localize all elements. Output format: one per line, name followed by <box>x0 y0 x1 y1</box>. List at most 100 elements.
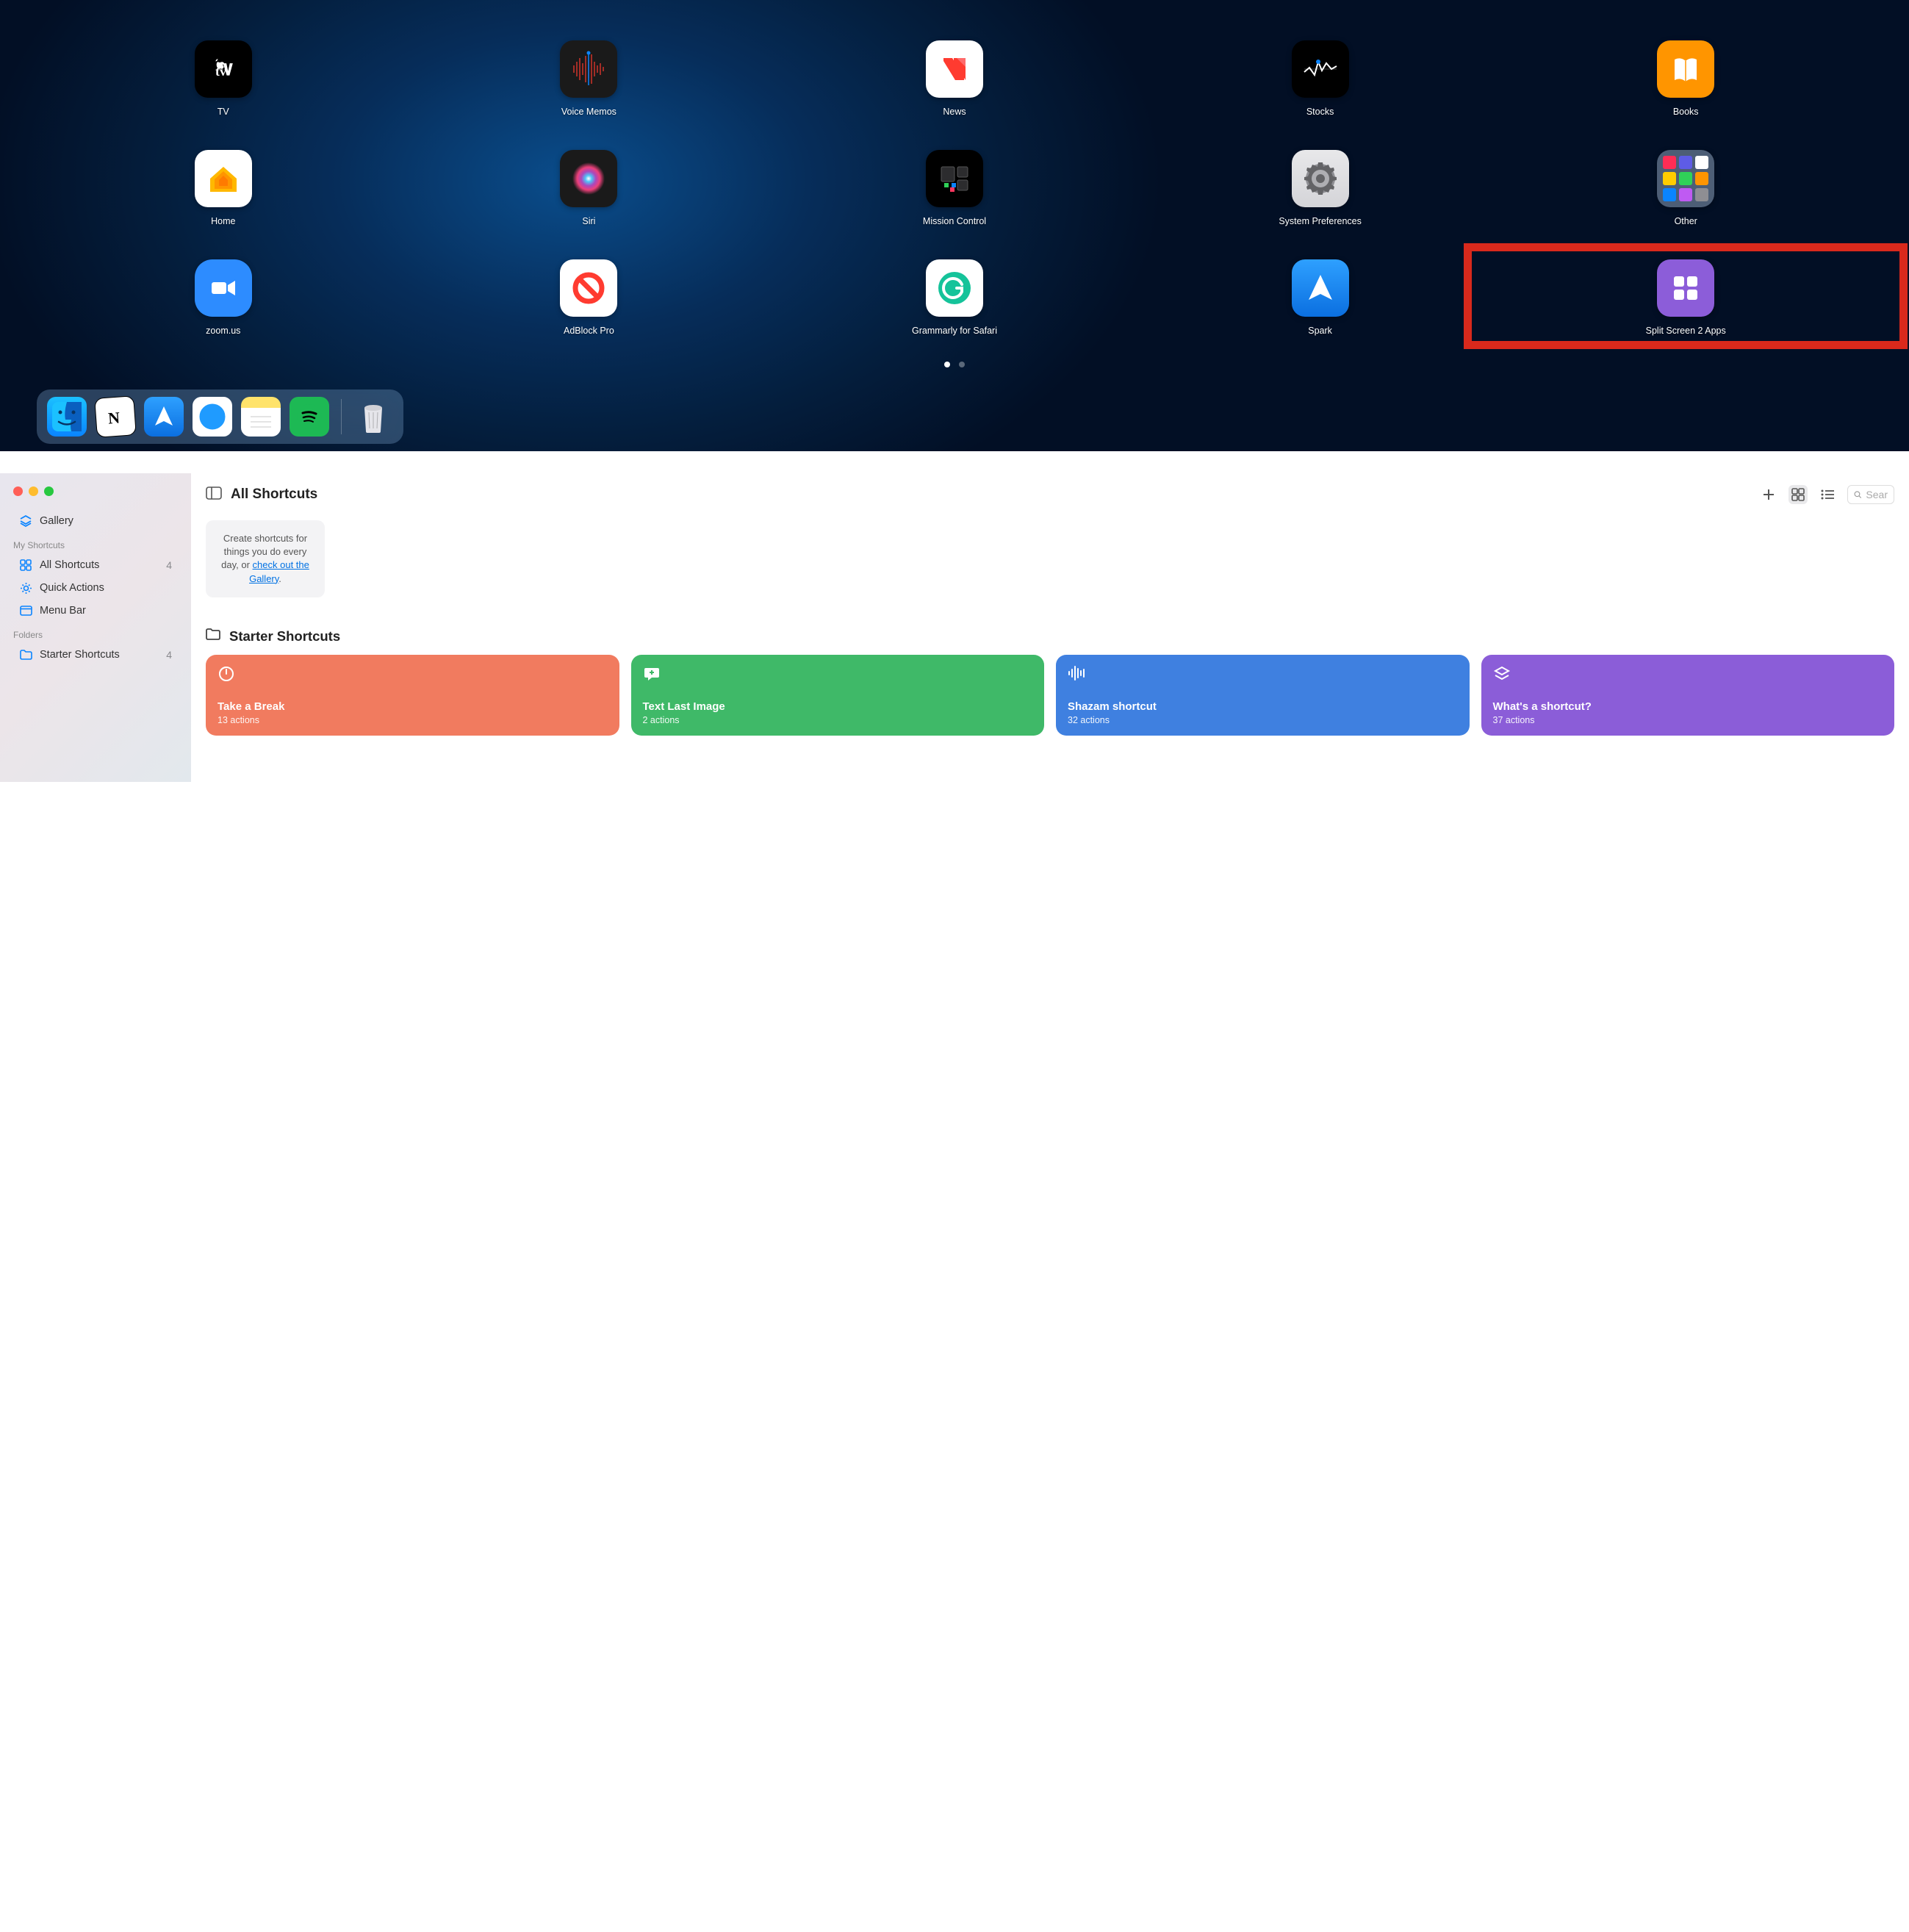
sidebar-count: 4 <box>166 559 172 571</box>
app-label: Grammarly for Safari <box>912 326 997 336</box>
app-label: zoom.us <box>206 326 240 336</box>
app-label: News <box>943 107 966 117</box>
siri-icon <box>560 150 617 207</box>
system-preferences-icon <box>1292 150 1349 207</box>
app-label: System Preferences <box>1279 216 1362 226</box>
sidebar-menu-bar[interactable]: Menu Bar <box>6 600 185 622</box>
minimize-button[interactable] <box>29 486 38 496</box>
tv-icon: tv <box>195 40 252 98</box>
app-label: Home <box>211 216 235 226</box>
app-grid: tv TV Voice Memos News Stocks <box>29 40 1880 336</box>
menubar-icon <box>19 604 32 617</box>
sidebar-quick-actions[interactable]: Quick Actions <box>6 577 185 599</box>
folder-icon <box>206 628 220 644</box>
app-books[interactable]: Books <box>1506 40 1865 117</box>
app-system-preferences[interactable]: System Preferences <box>1141 150 1500 226</box>
shortcuts-header: All Shortcuts Sear <box>206 485 1894 504</box>
app-label: Voice Memos <box>561 107 616 117</box>
app-label: Spark <box>1308 326 1332 336</box>
shortcut-card-whats-a-shortcut[interactable]: What's a shortcut? 37 actions <box>1481 655 1895 736</box>
shortcut-card-take-a-break[interactable]: Take a Break 13 actions <box>206 655 619 736</box>
sidebar-section-folders: Folders <box>0 622 191 643</box>
dock-notion[interactable]: N <box>94 395 137 438</box>
folder-icon <box>19 648 32 661</box>
search-icon <box>1854 489 1861 500</box>
svg-text:tv: tv <box>215 64 226 79</box>
hint-card: Create shortcuts for things you do every… <box>206 520 325 597</box>
shortcut-card-text-last-image[interactable]: Text Last Image 2 actions <box>631 655 1045 736</box>
page-indicator[interactable] <box>29 362 1880 367</box>
dock-spark[interactable] <box>144 397 184 437</box>
app-grammarly[interactable]: Grammarly for Safari <box>775 259 1134 336</box>
message-plus-icon <box>643 665 662 684</box>
app-siri[interactable]: Siri <box>410 150 769 226</box>
app-zoom[interactable]: zoom.us <box>44 259 403 336</box>
sidebar-section-my: My Shortcuts <box>0 533 191 553</box>
sidebar-toggle-icon[interactable] <box>206 486 222 503</box>
gear-icon <box>19 581 32 595</box>
app-split-screen[interactable]: Split Screen 2 Apps <box>1506 259 1865 336</box>
home-icon <box>195 150 252 207</box>
shortcuts-window: Gallery My Shortcuts All Shortcuts 4 Qui… <box>0 473 1909 782</box>
dock-spotify[interactable] <box>290 397 329 437</box>
app-adblock-pro[interactable]: AdBlock Pro <box>410 259 769 336</box>
sidebar-all-shortcuts[interactable]: All Shortcuts 4 <box>6 554 185 576</box>
search-input[interactable]: Sear <box>1847 485 1894 504</box>
section-header: Starter Shortcuts <box>206 628 1894 644</box>
list-view-button[interactable] <box>1818 485 1837 504</box>
app-home[interactable]: Home <box>44 150 403 226</box>
app-news[interactable]: News <box>775 40 1134 117</box>
card-title: Text Last Image <box>643 700 1033 714</box>
stocks-icon <box>1292 40 1349 98</box>
news-icon <box>926 40 983 98</box>
page-dot-2[interactable] <box>959 362 965 367</box>
app-folder-other[interactable]: Other <box>1506 150 1865 226</box>
gallery-icon <box>19 514 32 528</box>
grammarly-icon <box>926 259 983 317</box>
app-stocks[interactable]: Stocks <box>1141 40 1500 117</box>
maximize-button[interactable] <box>44 486 54 496</box>
sidebar-count: 4 <box>166 649 172 661</box>
app-tv[interactable]: tv TV <box>44 40 403 117</box>
close-button[interactable] <box>13 486 23 496</box>
grid-view-button[interactable] <box>1788 485 1808 504</box>
adblock-icon <box>560 259 617 317</box>
shortcuts-main: All Shortcuts Sear Create shortcuts <box>191 473 1909 782</box>
app-spark[interactable]: Spark <box>1141 259 1500 336</box>
sidebar-gallery[interactable]: Gallery <box>6 510 185 532</box>
zoom-icon <box>195 259 252 317</box>
dock-notes[interactable] <box>241 397 281 437</box>
sidebar-starter-shortcuts[interactable]: Starter Shortcuts 4 <box>6 644 185 666</box>
card-sub: 32 actions <box>1068 715 1458 725</box>
dock: N <box>37 389 403 444</box>
app-label: AdBlock Pro <box>564 326 614 336</box>
card-sub: 37 actions <box>1493 715 1883 725</box>
add-button[interactable] <box>1759 485 1778 504</box>
card-title: Shazam shortcut <box>1068 700 1458 714</box>
dock-finder[interactable] <box>47 397 87 437</box>
timer-icon <box>217 665 237 684</box>
hint-tail: . <box>278 573 281 584</box>
shortcut-cards: Take a Break 13 actions Text Last Image … <box>206 655 1894 736</box>
launchpad: tv TV Voice Memos News Stocks <box>0 0 1909 451</box>
mission-control-icon <box>926 150 983 207</box>
card-sub: 2 actions <box>643 715 1033 725</box>
spark-icon <box>1292 259 1349 317</box>
page-dot-1[interactable] <box>944 362 950 367</box>
app-label: Other <box>1675 216 1697 226</box>
app-voice-memos[interactable]: Voice Memos <box>410 40 769 117</box>
window-controls <box>0 484 191 509</box>
card-title: What's a shortcut? <box>1493 700 1883 714</box>
app-mission-control[interactable]: Mission Control <box>775 150 1134 226</box>
search-placeholder: Sear <box>1866 489 1888 500</box>
dock-trash[interactable] <box>353 397 393 437</box>
dock-safari[interactable] <box>193 397 232 437</box>
dock-divider <box>341 399 342 434</box>
sidebar-label: All Shortcuts <box>40 559 99 571</box>
shortcut-card-shazam[interactable]: Shazam shortcut 32 actions <box>1056 655 1470 736</box>
waveform-icon <box>1068 665 1087 684</box>
app-label: Books <box>1673 107 1699 117</box>
shortcuts-sidebar: Gallery My Shortcuts All Shortcuts 4 Qui… <box>0 473 191 782</box>
app-label: TV <box>217 107 229 117</box>
folder-icon <box>1657 150 1714 207</box>
